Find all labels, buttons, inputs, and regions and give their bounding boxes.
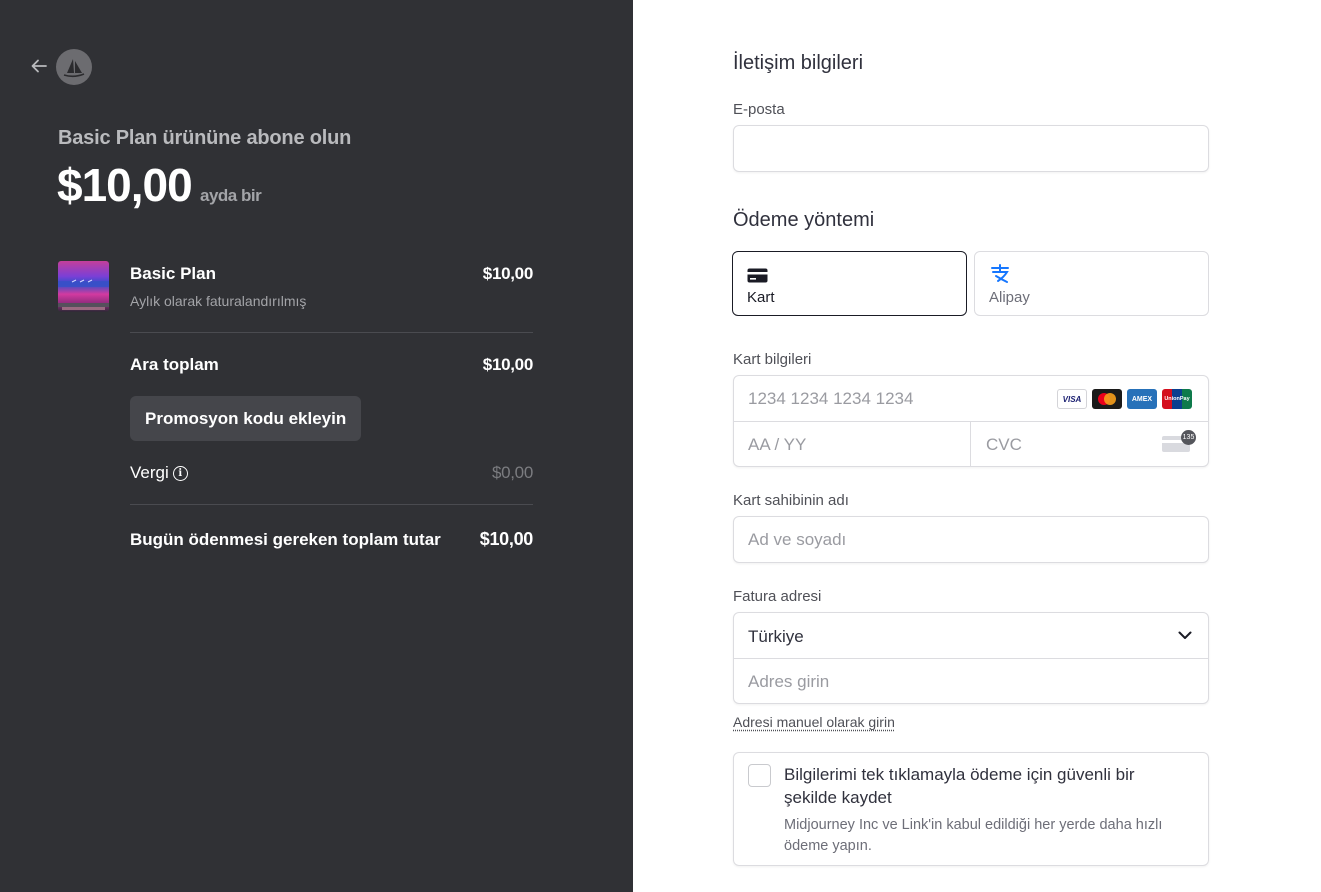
item-name: Basic Plan bbox=[130, 264, 216, 283]
alipay-icon bbox=[991, 264, 1009, 283]
card-number-field[interactable]: 1234 1234 1234 1234 VISA AMEX UnionPay bbox=[734, 376, 1208, 422]
amex-icon: AMEX bbox=[1127, 389, 1157, 409]
email-label: E-posta bbox=[733, 101, 785, 118]
plan-price: $10,00 bbox=[57, 159, 193, 211]
total-label: Bugün ödenmesi gereken toplam tutar bbox=[130, 530, 441, 549]
info-icon[interactable]: i bbox=[172, 465, 188, 481]
card-number-placeholder: 1234 1234 1234 1234 bbox=[748, 389, 914, 408]
address-placeholder: Adres girin bbox=[748, 672, 830, 691]
country-select[interactable]: Türkiye bbox=[734, 613, 1208, 659]
card-info-label: Kart bilgileri bbox=[733, 351, 812, 368]
payment-method-card[interactable]: Kart bbox=[732, 251, 967, 316]
country-value: Türkiye bbox=[748, 627, 804, 646]
save-info-title: Bilgilerimi tek tıklamayla ödeme için gü… bbox=[784, 765, 1135, 807]
order-summary-panel: Basic Plan ürününe abone olun $10,00 ayd… bbox=[0, 0, 633, 892]
unionpay-icon: UnionPay bbox=[1162, 389, 1192, 409]
cardholder-placeholder: Ad ve soyadı bbox=[748, 530, 847, 549]
divider bbox=[130, 504, 533, 505]
payment-method-label: Alipay bbox=[989, 289, 1030, 306]
save-info-checkbox[interactable] bbox=[748, 764, 771, 787]
product-thumbnail bbox=[58, 261, 109, 312]
card-info-group: 1234 1234 1234 1234 VISA AMEX UnionPay A… bbox=[733, 375, 1209, 467]
tax-label: Vergi bbox=[130, 463, 169, 482]
back-arrow-icon[interactable] bbox=[30, 57, 48, 75]
item-billing: Aylık olarak faturalandırılmış bbox=[130, 293, 307, 309]
billing-period: ayda bir bbox=[200, 186, 262, 205]
card-brand-logos: VISA AMEX UnionPay bbox=[1057, 389, 1192, 409]
item-amount: $10,00 bbox=[482, 264, 534, 283]
email-field[interactable] bbox=[733, 125, 1209, 172]
payment-method-alipay[interactable]: Alipay bbox=[974, 251, 1209, 316]
expiry-field[interactable]: AA / YY bbox=[734, 422, 971, 467]
total-amount: $10,00 bbox=[479, 529, 534, 549]
contact-section-title: İletişim bilgileri bbox=[733, 52, 864, 74]
subscribe-title: Basic Plan ürününe abone olun bbox=[58, 127, 352, 149]
cardholder-field[interactable]: Ad ve soyadı bbox=[733, 516, 1209, 563]
subtotal-label: Ara toplam bbox=[130, 355, 219, 374]
subtotal-amount: $10,00 bbox=[482, 355, 534, 374]
add-promo-code-button[interactable]: Promosyon kodu ekleyin bbox=[130, 396, 362, 441]
card-icon bbox=[747, 268, 768, 283]
tax-row: Vergi i bbox=[130, 463, 188, 483]
save-info-description: Midjourney Inc ve Link'in kabul edildiği… bbox=[784, 817, 1163, 854]
midjourney-logo bbox=[56, 49, 92, 85]
payment-section-title: Ödeme yöntemi bbox=[733, 209, 875, 231]
expiry-placeholder: AA / YY bbox=[748, 435, 807, 454]
cvc-placeholder: CVC bbox=[986, 435, 1022, 454]
payment-method-label: Kart bbox=[747, 289, 775, 306]
cvc-field[interactable]: CVC 135 bbox=[971, 422, 1208, 467]
save-info-box: Bilgilerimi tek tıklamayla ödeme için gü… bbox=[733, 752, 1209, 866]
billing-address-label: Fatura adresi bbox=[733, 588, 822, 605]
cardholder-label: Kart sahibinin adı bbox=[733, 492, 849, 509]
mastercard-icon bbox=[1092, 389, 1122, 409]
address-field[interactable]: Adres girin bbox=[734, 659, 1208, 704]
tax-amount: $0,00 bbox=[491, 463, 533, 482]
chevron-down-icon bbox=[1178, 631, 1192, 639]
cvc-card-icon: 135 bbox=[1162, 430, 1196, 453]
divider bbox=[130, 332, 533, 333]
visa-icon: VISA bbox=[1057, 389, 1087, 409]
billing-address-group: Türkiye Adres girin bbox=[733, 612, 1209, 704]
manual-address-link[interactable]: Adresi manuel olarak girin bbox=[733, 714, 895, 730]
